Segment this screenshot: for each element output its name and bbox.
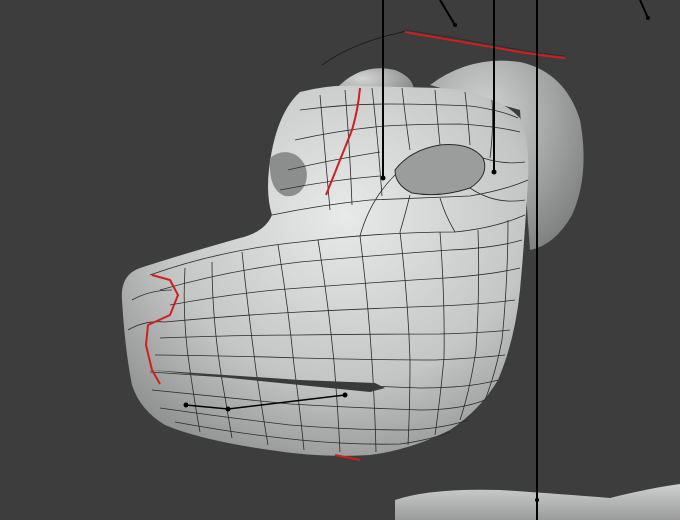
bone-joint-icon[interactable] xyxy=(225,406,231,412)
bone-joint-icon[interactable] xyxy=(342,392,348,398)
viewport-canvas[interactable] xyxy=(0,0,680,520)
rig-end-icon[interactable] xyxy=(535,498,539,502)
rig-end-icon[interactable] xyxy=(380,175,386,181)
rig-end-icon[interactable] xyxy=(646,16,650,20)
3d-viewport[interactable] xyxy=(0,0,680,520)
rig-end-icon[interactable] xyxy=(491,169,497,175)
rig-end-icon[interactable] xyxy=(453,23,457,27)
bone-joint-icon[interactable] xyxy=(183,402,189,408)
